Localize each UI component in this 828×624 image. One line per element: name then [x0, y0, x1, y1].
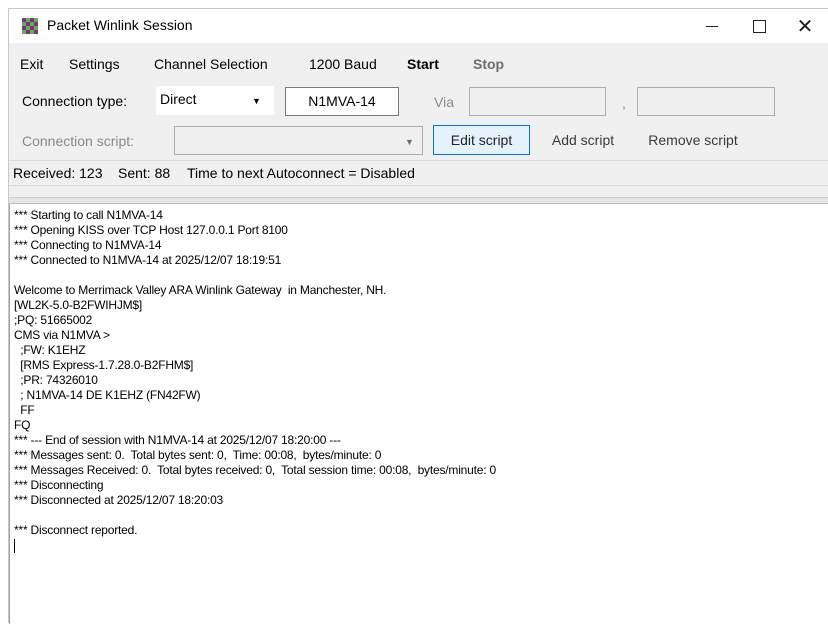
- connection-type-select[interactable]: Direct ▼: [156, 86, 274, 115]
- log-line: FF: [14, 403, 35, 417]
- menu-baud[interactable]: 1200 Baud: [309, 56, 377, 72]
- add-script-button[interactable]: Add script: [538, 125, 628, 155]
- minimize-icon: [706, 25, 718, 27]
- menu-channel-selection[interactable]: Channel Selection: [154, 56, 268, 72]
- via-label: Via: [434, 94, 454, 110]
- log-line: *** Messages sent: 0. Total bytes sent: …: [14, 448, 382, 462]
- packet-winlink-session-window: Packet Winlink Session ✕ Exit Settings C…: [8, 8, 828, 624]
- log-line: ;PQ: 51665002: [14, 313, 93, 327]
- connection-script-select[interactable]: ▼: [174, 126, 423, 155]
- session-log[interactable]: *** Starting to call N1MVA-14 *** Opening…: [9, 204, 828, 624]
- winlink-app-icon: [22, 18, 38, 34]
- menu-bar: Exit Settings Channel Selection 1200 Bau…: [9, 53, 828, 75]
- callsign-field[interactable]: N1MVA-14: [285, 87, 399, 116]
- edit-script-button[interactable]: Edit script: [433, 125, 530, 155]
- status-bar: Received: 123 Sent: 88 Time to next Auto…: [9, 160, 828, 186]
- maximize-button[interactable]: [736, 9, 782, 43]
- log-line: *** --- End of session with N1MVA-14 at …: [14, 433, 341, 447]
- sent-count: Sent: 88: [118, 165, 171, 181]
- title-bar[interactable]: Packet Winlink Session ✕: [9, 9, 828, 43]
- log-line: *** Connecting to N1MVA-14: [14, 238, 162, 252]
- log-line: ;PR: 74326010: [14, 373, 98, 387]
- maximize-icon: [752, 19, 766, 33]
- log-line: *** Starting to call N1MVA-14: [14, 208, 163, 222]
- log-line: ; N1MVA-14 DE K1EHZ (FN42FW): [14, 388, 201, 402]
- via-field-1[interactable]: [469, 87, 606, 116]
- text-cursor: [14, 539, 15, 553]
- log-line: ;FW: K1EHZ: [14, 343, 86, 357]
- callsign-value: N1MVA-14: [308, 93, 376, 109]
- close-button[interactable]: ✕: [782, 9, 828, 43]
- log-line: [WL2K-5.0-B2FWIHJM$]: [14, 298, 143, 312]
- menu-stop[interactable]: Stop: [473, 56, 504, 72]
- via-separator: ,: [622, 95, 626, 111]
- autoconnect-status: Time to next Autoconnect = Disabled: [187, 165, 415, 181]
- close-icon: ✕: [796, 15, 814, 38]
- chevron-down-icon: ▼: [405, 137, 414, 147]
- log-line: *** Disconnected at 2025/12/07 18:20:03: [14, 493, 224, 507]
- chevron-down-icon: ▼: [252, 96, 261, 106]
- log-line: *** Messages Received: 0. Total bytes re…: [14, 463, 496, 477]
- connection-script-label: Connection script:: [22, 133, 135, 149]
- menu-exit[interactable]: Exit: [20, 56, 43, 72]
- log-line: [RMS Express-1.7.28.0-B2FHM$]: [14, 358, 194, 372]
- received-count: Received: 123: [13, 165, 103, 181]
- via-field-2[interactable]: [637, 87, 775, 116]
- log-line: FQ: [14, 418, 31, 432]
- log-line: Welcome to Merrimack Valley ARA Winlink …: [14, 283, 387, 297]
- splitter-handle[interactable]: [9, 197, 828, 204]
- log-line: *** Opening KISS over TCP Host 127.0.0.1…: [14, 223, 288, 237]
- window-title: Packet Winlink Session: [47, 17, 193, 33]
- log-line: CMS via N1MVA >: [14, 328, 110, 342]
- connection-type-value: Direct: [160, 91, 197, 107]
- log-line: *** Disconnecting: [14, 478, 104, 492]
- menu-start[interactable]: Start: [407, 56, 439, 72]
- log-line: *** Connected to N1MVA-14 at 2025/12/07 …: [14, 253, 282, 267]
- connection-type-label: Connection type:: [22, 93, 128, 109]
- log-line: *** Disconnect reported.: [14, 523, 138, 537]
- minimize-button[interactable]: [689, 9, 735, 43]
- remove-script-button[interactable]: Remove script: [637, 125, 749, 155]
- menu-settings[interactable]: Settings: [69, 56, 120, 72]
